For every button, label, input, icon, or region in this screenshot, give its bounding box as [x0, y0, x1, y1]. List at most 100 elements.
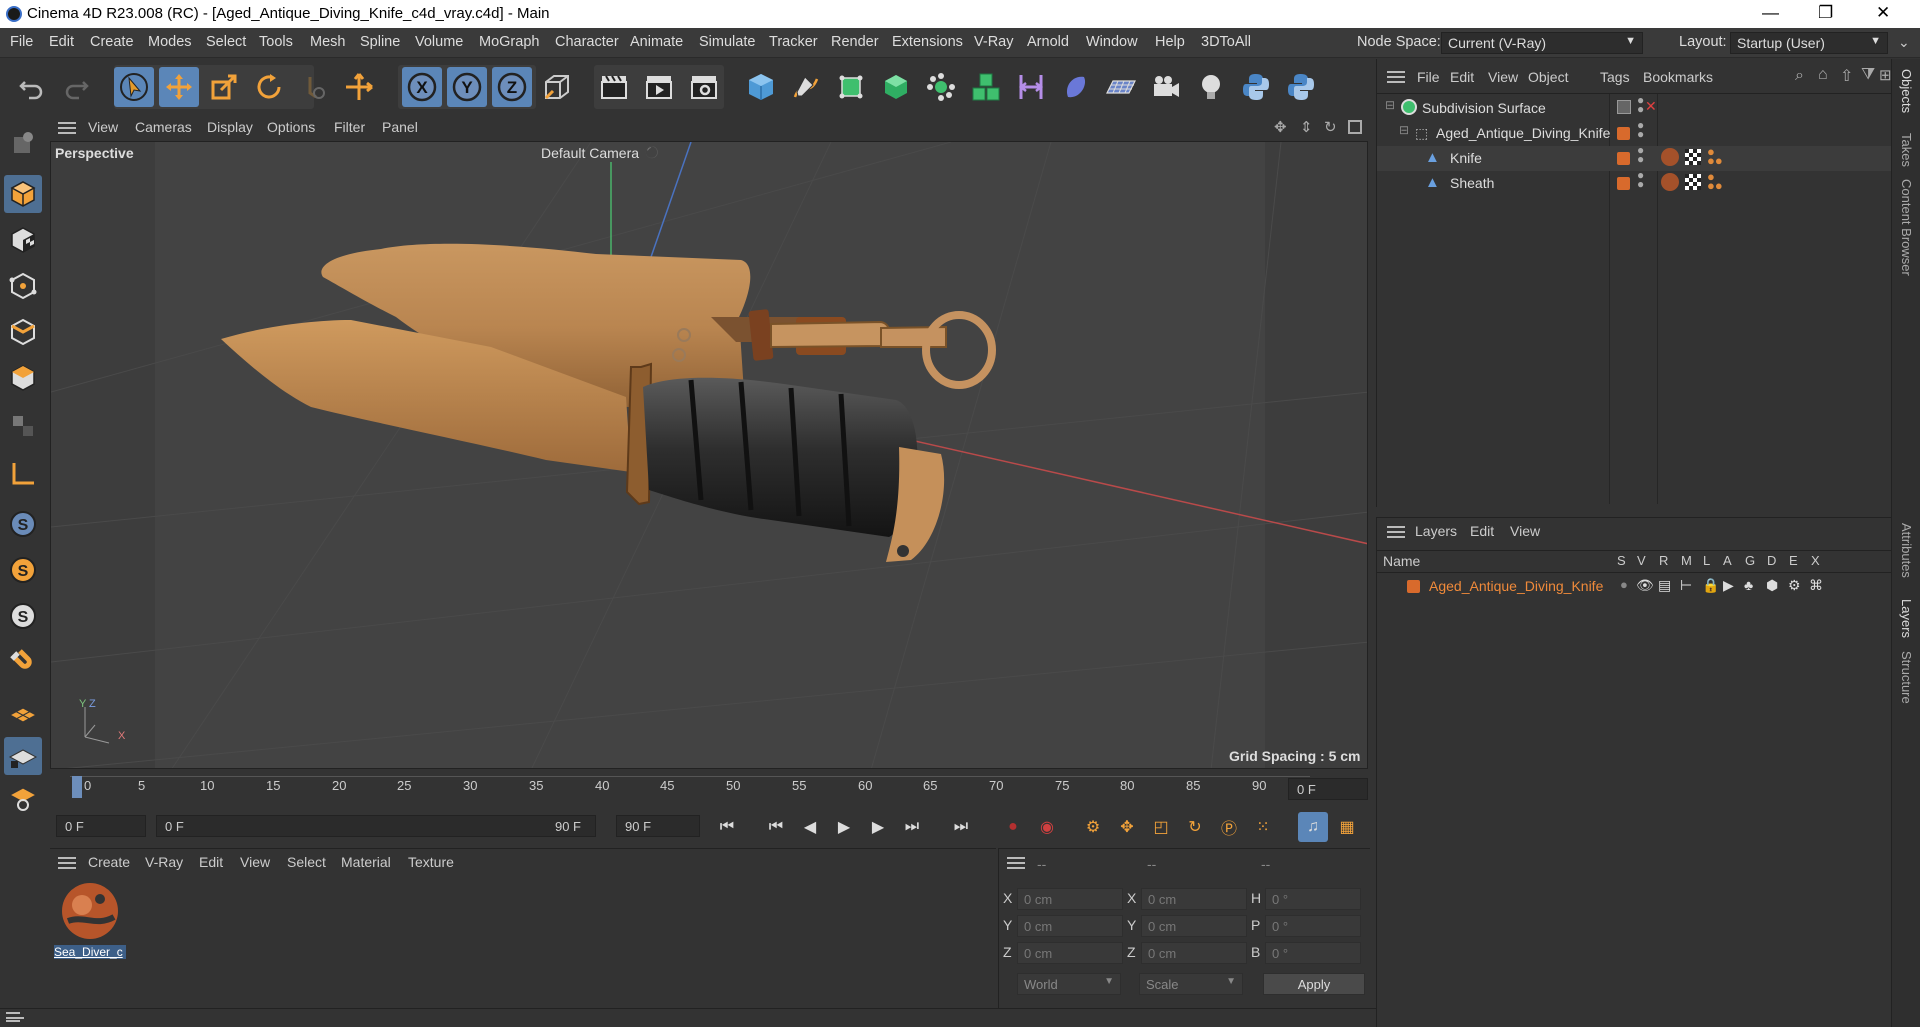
- node-space-dropdown[interactable]: Current (V-Ray) ▼: [1441, 32, 1643, 54]
- maximize-view-icon[interactable]: [1348, 120, 1362, 134]
- object-row-sheath[interactable]: ▲ Sheath ● ● ● ●●: [1377, 169, 1892, 196]
- workplane-rotate-button[interactable]: [4, 779, 42, 817]
- coordinate-system-button[interactable]: [537, 67, 577, 107]
- tab-structure[interactable]: Structure: [1899, 651, 1914, 704]
- undo-button[interactable]: [12, 67, 52, 107]
- collapse-icon[interactable]: ⊟: [1385, 98, 1395, 112]
- menu-tracker[interactable]: Tracker: [769, 34, 818, 50]
- phong-tag-icon[interactable]: ● ●●: [1707, 170, 1723, 192]
- snap-button[interactable]: [4, 645, 42, 683]
- menu-vray[interactable]: V-Ray: [974, 34, 1014, 50]
- hamburger-icon[interactable]: [6, 1012, 24, 1022]
- subdivision-surface-button[interactable]: [831, 67, 871, 107]
- menu-volume[interactable]: Volume: [415, 34, 463, 50]
- size-z-field[interactable]: 0 cm: [1141, 942, 1247, 964]
- extrude-button[interactable]: [876, 67, 916, 107]
- up-arrow-icon[interactable]: ⇧: [1840, 66, 1853, 86]
- hamburger-icon[interactable]: [58, 857, 76, 869]
- object-menu-view[interactable]: View: [1488, 69, 1518, 85]
- solo-button[interactable]: S: [4, 505, 42, 543]
- layer-menu-edit[interactable]: Edit: [1470, 523, 1494, 539]
- viewport-menu-cameras[interactable]: Cameras: [135, 119, 192, 135]
- material-menu-material[interactable]: Material: [341, 854, 391, 870]
- perspective-viewport[interactable]: Perspective Default Camera ⚫ Grid Spacin…: [50, 141, 1368, 769]
- edges-mode-button[interactable]: [4, 313, 42, 351]
- material-menu-edit[interactable]: Edit: [199, 854, 223, 870]
- key-position-icon[interactable]: ✥: [1112, 812, 1142, 842]
- hierarchy-icon[interactable]: ⊢: [1680, 577, 1692, 594]
- uvw-tag-icon[interactable]: [1685, 149, 1701, 165]
- rotate-view-icon[interactable]: ↻: [1324, 118, 1337, 136]
- phong-tag-icon[interactable]: ● ●●: [1707, 145, 1723, 167]
- floor-button[interactable]: [1101, 67, 1141, 107]
- workplane-button[interactable]: [4, 695, 42, 733]
- chevron-down-icon[interactable]: ⌄: [1898, 34, 1910, 51]
- coordinate-space-dropdown[interactable]: World ▼: [1017, 973, 1121, 995]
- record-keys-icon[interactable]: ●: [998, 812, 1028, 842]
- menu-character[interactable]: Character: [555, 34, 619, 50]
- tab-layers[interactable]: Layers: [1899, 599, 1914, 638]
- redo-button[interactable]: [56, 67, 96, 107]
- material-tag-icon[interactable]: [1661, 148, 1679, 166]
- dolly-view-icon[interactable]: ⇕: [1300, 118, 1313, 136]
- position-z-field[interactable]: 0 cm: [1017, 942, 1123, 964]
- polygons-mode-button[interactable]: [4, 359, 42, 397]
- layer-color-swatch[interactable]: [1407, 580, 1420, 593]
- disabled-x-icon[interactable]: ✕: [1645, 98, 1657, 115]
- material-menu-view[interactable]: View: [240, 854, 270, 870]
- uv-mode-button[interactable]: [4, 407, 42, 445]
- deformer-icon[interactable]: ⬢: [1766, 577, 1778, 594]
- viewport-menu-view[interactable]: View: [88, 119, 118, 135]
- make-editable-button[interactable]: [4, 125, 42, 163]
- eye-icon[interactable]: 👁: [1636, 577, 1654, 594]
- new-window-icon[interactable]: ⊞: [1879, 66, 1892, 84]
- start-frame-field[interactable]: 0 F: [56, 815, 146, 837]
- camera-button[interactable]: [1146, 67, 1186, 107]
- layer-color-swatch[interactable]: [1617, 177, 1630, 190]
- hamburger-icon[interactable]: [1387, 71, 1405, 83]
- key-scale-icon[interactable]: ◰: [1146, 812, 1176, 842]
- uvw-tag-icon[interactable]: [1685, 174, 1701, 190]
- material-menu-select[interactable]: Select: [287, 854, 326, 870]
- viewport-menu-display[interactable]: Display: [207, 119, 253, 135]
- material-item[interactable]: Sea_Diver_c: [54, 879, 126, 959]
- menu-spline[interactable]: Spline: [360, 34, 400, 50]
- render-to-picture-viewer-button[interactable]: [639, 67, 679, 107]
- menu-3dtoall[interactable]: 3DToAll: [1201, 34, 1251, 50]
- rotation-b-field[interactable]: 0 °: [1265, 942, 1361, 964]
- layer-menu-view[interactable]: View: [1510, 523, 1540, 539]
- cube-object-button[interactable]: [741, 67, 781, 107]
- pen-spline-button[interactable]: [786, 67, 826, 107]
- go-to-start-icon[interactable]: ⏮: [712, 812, 742, 842]
- menu-mograph[interactable]: MoGraph: [479, 34, 539, 50]
- close-button[interactable]: ✕: [1876, 3, 1890, 23]
- solo-hierarchy-button[interactable]: S: [4, 551, 42, 589]
- edit-toggle-icon[interactable]: [1617, 100, 1631, 114]
- apply-button[interactable]: Apply: [1263, 973, 1365, 995]
- render-clapper-icon[interactable]: ▤: [1658, 577, 1671, 594]
- layer-color-swatch[interactable]: [1617, 152, 1630, 165]
- key-pla-icon[interactable]: ⁙: [1248, 812, 1278, 842]
- position-y-field[interactable]: 0 cm: [1017, 915, 1123, 937]
- generator-icon[interactable]: ♣: [1744, 577, 1753, 593]
- visibility-dots-icon[interactable]: ● ●: [1637, 144, 1644, 165]
- solo-off-button[interactable]: S: [4, 597, 42, 635]
- hamburger-icon[interactable]: [1007, 857, 1025, 869]
- python-generator-button[interactable]: [1281, 67, 1321, 107]
- object-row-subdivision-surface[interactable]: ⊟ Subdivision Surface ● ● ✕: [1377, 94, 1892, 121]
- coordinate-mode-dropdown[interactable]: Scale ▼: [1139, 973, 1243, 995]
- menu-create[interactable]: Create: [90, 34, 134, 50]
- layout-dropdown[interactable]: Startup (User) ▼: [1730, 32, 1888, 54]
- render-view-button[interactable]: [594, 67, 634, 107]
- menu-file[interactable]: File: [10, 34, 33, 50]
- menu-simulate[interactable]: Simulate: [699, 34, 755, 50]
- scale-tool-button[interactable]: [204, 67, 244, 107]
- object-menu-file[interactable]: File: [1417, 69, 1440, 85]
- search-icon[interactable]: ⌕: [1795, 67, 1804, 85]
- layer-color-swatch[interactable]: [1617, 127, 1630, 140]
- next-key-icon[interactable]: ⏭: [897, 812, 927, 842]
- hamburger-icon[interactable]: [1387, 526, 1405, 538]
- expression-icon[interactable]: ⚙: [1788, 577, 1801, 594]
- model-mode-button[interactable]: [4, 175, 42, 213]
- home-icon[interactable]: ⌂: [1818, 66, 1828, 84]
